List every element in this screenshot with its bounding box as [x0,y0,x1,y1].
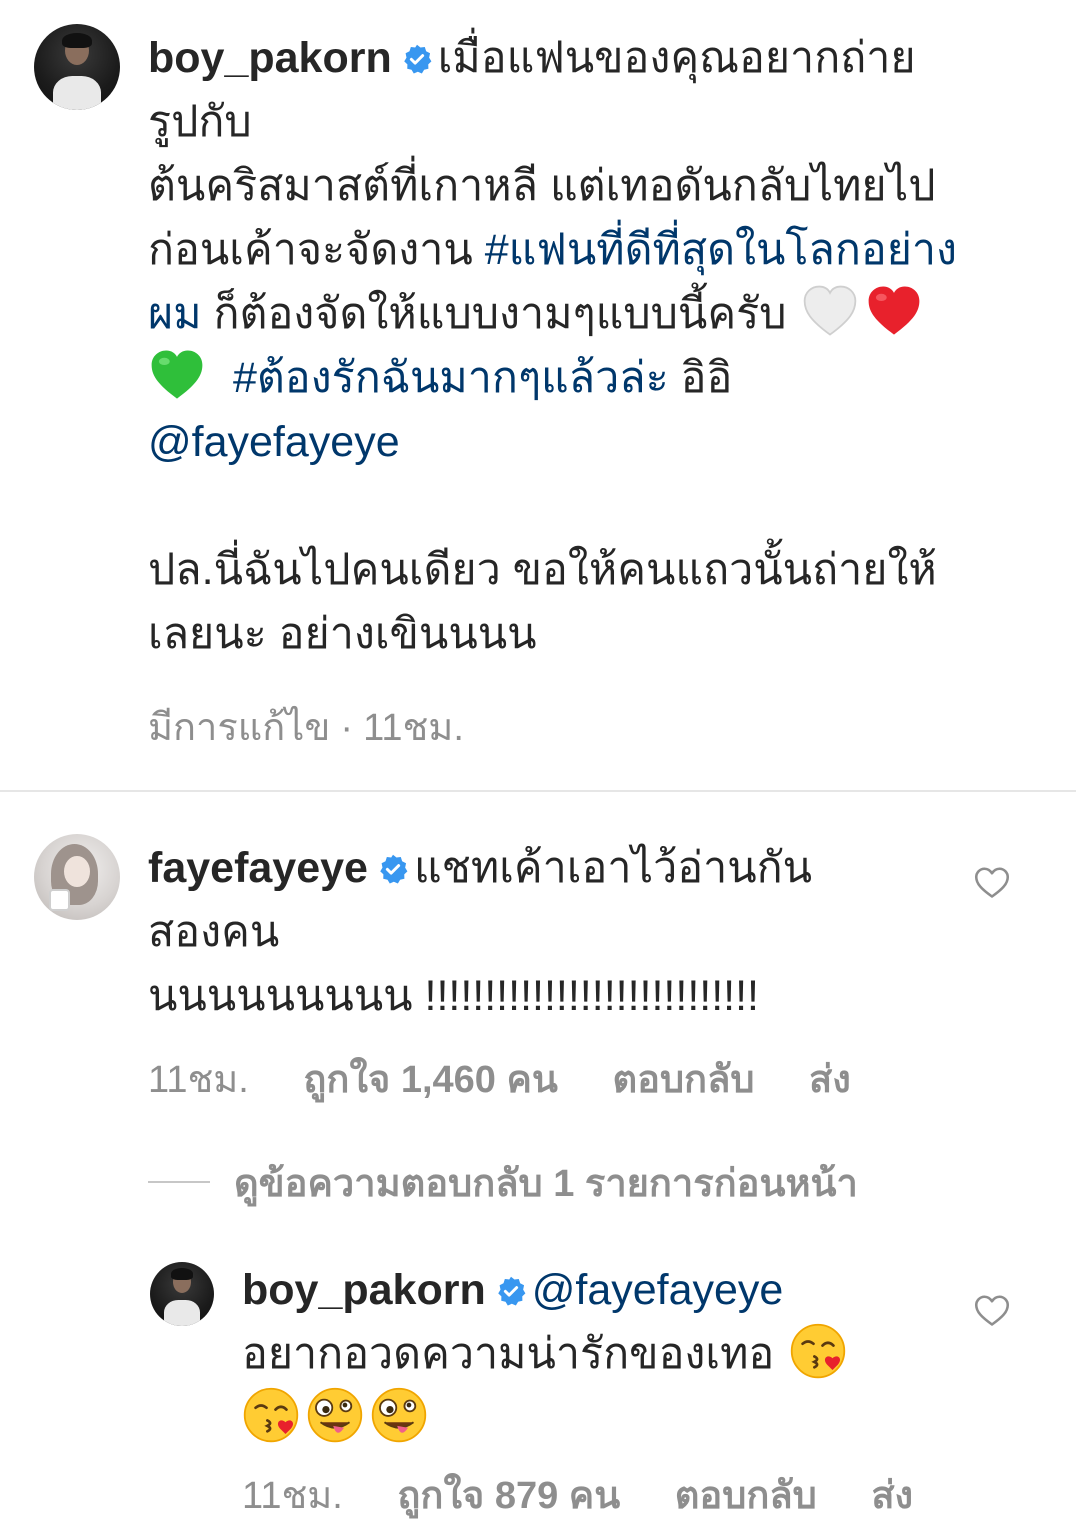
caption-line: เมื่อแฟนของคุณอยากถ่าย [437,34,916,82]
replies-line [148,1181,210,1183]
comment-username[interactable]: fayefayeye [148,844,368,892]
reply-text: boy_pakorn @fayefayeye อยากอวดความน่ารัก… [242,1258,962,1450]
reply-line: อยากอวดความน่ารักของเทอ [242,1330,775,1378]
caption-line: ต้นคริสมาสต์ที่เกาหลี แต่เทอดันกลับไทยไป [148,162,936,210]
avatar[interactable] [34,24,120,110]
caption-line: เลยนะ อย่างเขินนนน [148,610,537,658]
caption-line: รูปกับ [148,98,252,146]
hashtag-link[interactable]: #ต้องรักฉันมากๆแล้วล่ะ [233,354,669,402]
red-heart-emoji-icon [869,286,920,335]
send-button[interactable]: ส่ง [809,1059,851,1101]
divider [0,790,1076,792]
kissing-heart-face-emoji-icon [243,1387,299,1443]
caption-line: อิอิ [680,354,733,402]
caption-time: 11ชม. [363,707,464,749]
send-button[interactable]: ส่ง [871,1475,913,1517]
zany-face-emoji-icon [371,1387,427,1443]
comment-line: แชทเค้าเอาไว้อ่านกัน [413,844,813,892]
post-caption: boy_pakorn เมื่อแฟนของคุณอยากถ่าย รูปกับ… [0,0,1076,790]
mention-link[interactable]: @fayefayeye [148,418,400,466]
meta-separator: · [340,707,354,749]
edited-label: มีการแก้ไข [148,707,331,749]
comment-meta: 11ชม. ถูกใจ 1,460 คน ตอบกลับ ส่ง [148,1048,895,1109]
caption-line: ปล.นี่ฉันไปคนเดียว ขอให้คนแถวนั้นถ่ายให้ [148,546,937,594]
kissing-heart-face-emoji-icon [791,1323,846,1379]
verified-badge-icon [403,44,432,74]
caption-line: ก็ต้องจัดให้แบบงามๆแบบนี้ครับ [213,290,787,338]
comment-line: นนนนนนนนน !!!!!!!!!!!!!!!!!!!!!!!!!!!! [148,972,760,1020]
reply-time: 11ชม. [242,1475,343,1517]
verified-badge-icon [380,854,408,884]
likes-count[interactable]: ถูกใจ 879 คน [397,1475,620,1517]
reply-username[interactable]: boy_pakorn [242,1266,486,1314]
reply-button[interactable]: ตอบกลับ [675,1475,817,1517]
mention-link[interactable]: @fayefayeye [532,1266,784,1314]
view-replies-label: ดูข้อความตอบกลับ 1 รายการก่อนหน้า [234,1162,858,1205]
comment-line: สองคน [148,908,280,956]
zany-face-emoji-icon [307,1387,363,1443]
caption-username[interactable]: boy_pakorn [148,34,392,82]
comment-time: 11ชม. [148,1059,249,1101]
white-heart-emoji-icon [804,285,857,336]
like-heart-icon[interactable] [974,1294,1010,1328]
like-heart-icon[interactable] [974,866,1010,900]
green-heart-emoji-icon [151,350,203,399]
avatar[interactable] [150,1262,214,1326]
hashtag-link[interactable]: #แฟนที่ดีที่สุดในโลกอย่าง [485,226,957,274]
reply-button[interactable]: ตอบกลับ [612,1059,754,1101]
caption-meta: มีการแก้ไข · 11ชม. [148,696,508,757]
caption-line: ก่อนเค้าจะจัดงาน [148,226,473,274]
comment-text: fayefayeye แชทเค้าเอาไว้อ่านกัน สองคน นน… [148,836,948,1028]
hashtag-link[interactable]: ผม [148,290,202,338]
likes-count[interactable]: ถูกใจ 1,460 คน [303,1059,557,1101]
avatar[interactable] [34,834,120,920]
verified-badge-icon [497,1276,526,1306]
caption-text: boy_pakorn เมื่อแฟนของคุณอยากถ่าย รูปกับ… [148,26,1048,666]
reply-meta: 11ชม. ถูกใจ 879 คน ตอบกลับ ส่ง [242,1464,957,1525]
view-replies-button[interactable]: ดูข้อความตอบกลับ 1 รายการก่อนหน้า [148,1152,948,1212]
